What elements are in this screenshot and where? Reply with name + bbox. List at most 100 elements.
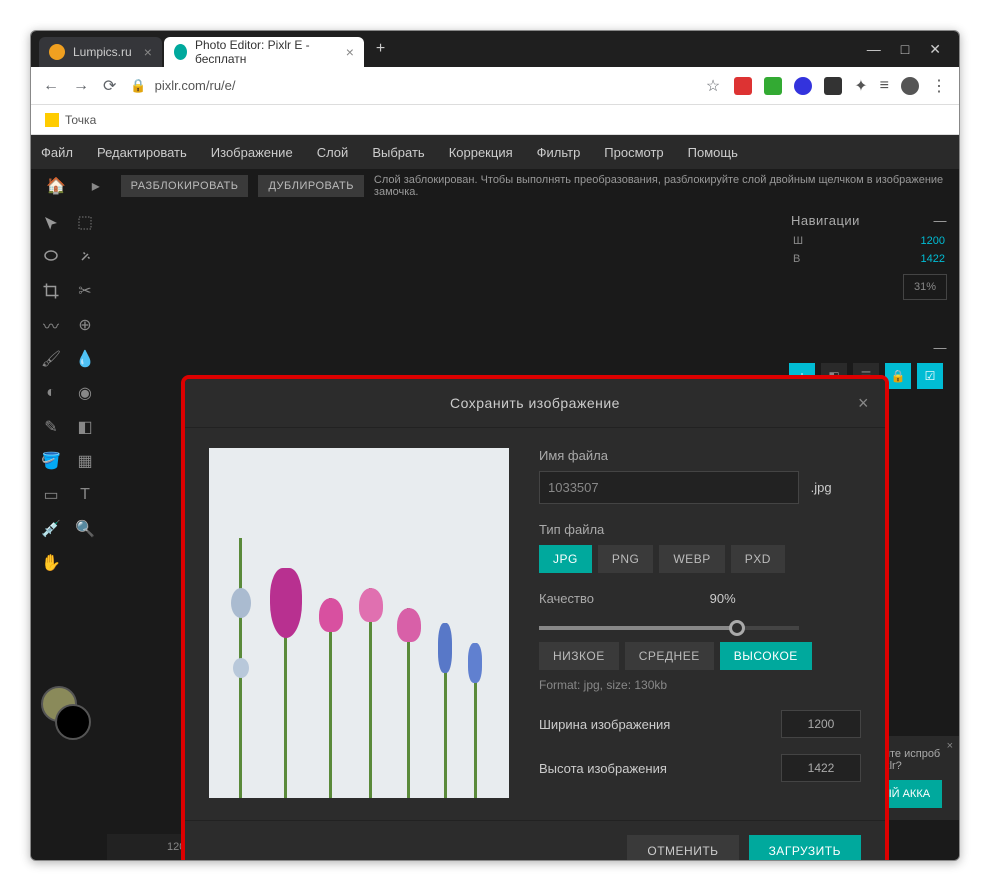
width-input[interactable]	[781, 710, 861, 738]
save-form: Имя файла .jpg Тип файла JPG PNG WEBP PX…	[539, 448, 861, 800]
home-icon[interactable]: 🏠	[41, 170, 71, 202]
hand-tool-icon[interactable]: ✋	[35, 547, 67, 579]
cancel-button[interactable]: ОТМЕНИТЬ	[627, 835, 738, 860]
eraser-tool-icon[interactable]: ◧	[69, 411, 101, 443]
marquee-tool-icon[interactable]	[69, 207, 101, 239]
fill-tool-icon[interactable]: 🪣	[35, 445, 67, 477]
filetype-label: Тип файла	[539, 522, 861, 537]
clone-tool-icon[interactable]: ⊕	[69, 309, 101, 341]
collapse-icon[interactable]: —	[934, 340, 948, 355]
dialog-title: Сохранить изображение ×	[185, 379, 885, 428]
dialog-body: Имя файла .jpg Тип файла JPG PNG WEBP PX…	[185, 428, 885, 820]
blur-tool-icon[interactable]: 💧	[69, 343, 101, 375]
type-webp-button[interactable]: WEBP	[659, 545, 724, 573]
width-info: Ш1200	[785, 232, 953, 250]
close-icon[interactable]: ×	[858, 393, 869, 414]
type-jpg-button[interactable]: JPG	[539, 545, 592, 573]
menu-edit[interactable]: Редактировать	[97, 145, 187, 160]
tab-pixlr[interactable]: Photo Editor: Pixlr E - бесплатн ×	[164, 37, 364, 67]
pixlr-app: Файл Редактировать Изображение Слой Выбр…	[31, 135, 959, 860]
dialog-footer: ОТМЕНИТЬ ЗАГРУЗИТЬ	[185, 820, 885, 860]
text-tool-icon[interactable]: T	[69, 479, 101, 511]
menu-layer[interactable]: Слой	[317, 145, 349, 160]
tab-lumpics[interactable]: Lumpics.ru ×	[39, 37, 162, 67]
list-icon[interactable]: ≡	[880, 77, 889, 95]
ext-icon[interactable]	[794, 77, 812, 95]
unlock-button[interactable]: РАЗБЛОКИРОВАТЬ	[121, 175, 249, 197]
close-icon[interactable]: ×	[346, 44, 354, 60]
cursor-icon[interactable]: ▸	[81, 170, 111, 202]
highlight-box: Сохранить изображение ×	[181, 375, 889, 860]
crop-tool-icon[interactable]	[35, 275, 67, 307]
back-icon[interactable]: ←	[43, 77, 59, 95]
menu-file[interactable]: Файл	[41, 145, 73, 160]
height-label: Высота изображения	[539, 761, 781, 776]
liquify-tool-icon[interactable]: 〰	[35, 309, 67, 341]
close-icon[interactable]: ✕	[929, 41, 941, 58]
app-menubar: Файл Редактировать Изображение Слой Выбр…	[31, 135, 959, 169]
menu-adjust[interactable]: Коррекция	[449, 145, 513, 160]
close-icon[interactable]: ×	[947, 740, 953, 752]
maximize-icon[interactable]: □	[901, 41, 909, 58]
background-color[interactable]	[55, 704, 91, 740]
bookmark-item[interactable]: Точка	[65, 113, 96, 127]
quality-slider[interactable]	[539, 626, 799, 630]
lock-icon: 🔒	[130, 78, 146, 94]
layers-panel-header[interactable]: —	[785, 336, 953, 359]
type-png-button[interactable]: PNG	[598, 545, 654, 573]
new-tab-button[interactable]: +	[376, 40, 385, 58]
save-button[interactable]: ЗАГРУЗИТЬ	[749, 835, 861, 860]
zoom-value[interactable]: 31%	[903, 274, 947, 300]
filename-input[interactable]	[539, 471, 799, 504]
bookmarks-bar: Точка	[31, 105, 959, 135]
zoom-tool-icon[interactable]: 🔍	[69, 513, 101, 545]
collapse-icon[interactable]: —	[934, 213, 948, 228]
color-swatches[interactable]	[41, 686, 91, 740]
gradient-tool-icon[interactable]: ▦	[69, 445, 101, 477]
save-dialog: Сохранить изображение ×	[185, 379, 885, 860]
avatar[interactable]	[901, 77, 919, 95]
brush-tool-icon[interactable]: 🖌	[35, 343, 67, 375]
lasso-tool-icon[interactable]	[35, 241, 67, 273]
shape-tool-icon[interactable]: ▭	[35, 479, 67, 511]
nav-panel-header[interactable]: Навигации —	[785, 209, 953, 232]
url-text: pixlr.com/ru/e/	[155, 78, 236, 93]
menu-filter[interactable]: Фильтр	[537, 145, 581, 160]
ext-icon[interactable]	[764, 77, 782, 95]
minimize-icon[interactable]: —	[867, 41, 881, 58]
panel-title: Навигации	[791, 213, 860, 228]
quality-low-button[interactable]: НИЗКОЕ	[539, 642, 619, 670]
ext-icon[interactable]	[824, 77, 842, 95]
forward-icon[interactable]: →	[73, 77, 89, 95]
puzzle-icon[interactable]: ✦	[854, 76, 867, 96]
browser-window: Lumpics.ru × Photo Editor: Pixlr E - бес…	[30, 30, 960, 861]
reload-icon[interactable]: ⟳	[103, 76, 116, 96]
cut-tool-icon[interactable]: ✂	[69, 275, 101, 307]
favicon-icon	[49, 44, 65, 60]
lock-message: Слой заблокирован. Чтобы выполнять преоб…	[374, 174, 949, 198]
star-icon[interactable]: ☆	[706, 76, 720, 96]
duplicate-button[interactable]: ДУБЛИРОВАТЬ	[258, 175, 363, 197]
menu-image[interactable]: Изображение	[211, 145, 293, 160]
dodge-tool-icon[interactable]: ◐	[35, 377, 67, 409]
options-bar: 🏠 ▸ РАЗБЛОКИРОВАТЬ ДУБЛИРОВАТЬ Слой забл…	[31, 169, 959, 203]
visible-layer-icon[interactable]: ☑	[917, 363, 943, 389]
format-info: Format: jpg, size: 130kb	[539, 678, 861, 692]
menu-icon[interactable]: ⋮	[931, 76, 947, 96]
menu-select[interactable]: Выбрать	[372, 145, 424, 160]
quality-med-button[interactable]: СРЕДНЕЕ	[625, 642, 714, 670]
url-field[interactable]: 🔒 pixlr.com/ru/e/	[130, 78, 692, 94]
quality-high-button[interactable]: ВЫСОКОЕ	[720, 642, 812, 670]
wand-tool-icon[interactable]	[69, 241, 101, 273]
close-icon[interactable]: ×	[144, 44, 152, 60]
extensions: ✦ ≡ ⋮	[734, 76, 947, 96]
move-tool-icon[interactable]	[35, 207, 67, 239]
eyedropper-tool-icon[interactable]: 💉	[35, 513, 67, 545]
menu-help[interactable]: Помощь	[688, 145, 738, 160]
height-input[interactable]	[781, 754, 861, 782]
menu-view[interactable]: Просмотр	[604, 145, 663, 160]
pen-tool-icon[interactable]: ✎	[35, 411, 67, 443]
sponge-tool-icon[interactable]: ◉	[69, 377, 101, 409]
ext-icon[interactable]	[734, 77, 752, 95]
type-pxd-button[interactable]: PXD	[731, 545, 785, 573]
